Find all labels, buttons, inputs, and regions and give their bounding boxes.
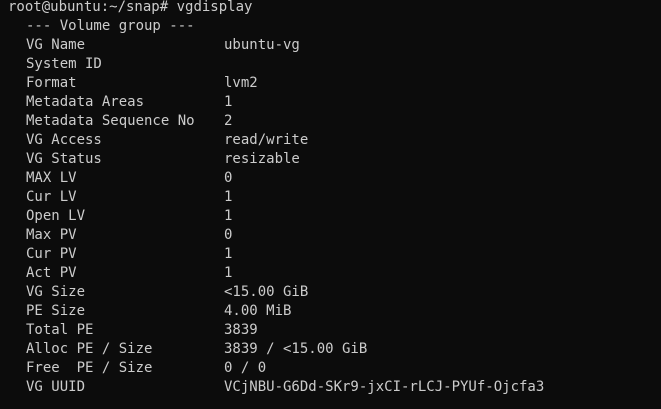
field-key: Cur LV [26,189,77,205]
field-value: 1 [224,246,233,262]
shell-prompt: root@ubuntu:~/snap# [8,0,169,15]
field-value: 1 [224,94,233,110]
field-value: ubuntu-vg [224,37,300,53]
field-key: MAX LV [26,170,77,186]
field-value: lvm2 [224,75,258,91]
field-key: Metadata Sequence No [26,113,195,129]
field-key: Open LV [26,208,86,224]
field-key: Max PV [26,227,77,243]
field-value: 0 [224,170,233,186]
field-key: Metadata Areas [26,94,145,110]
terminal-window[interactable]: root@ubuntu:~/snap# vgdisplay --- Volume… [0,0,661,409]
field-key: System ID [26,56,102,72]
field-key: VG Access [26,132,102,148]
field-value: 4.00 MiB [224,303,292,319]
field-value: 1 [224,189,233,205]
field-key: Act PV [26,265,77,281]
field-value: 3839 [224,322,258,338]
field-value: 1 [224,265,233,281]
field-key: VG UUID [26,379,86,395]
field-value: resizable [224,151,300,167]
field-key: Total PE [26,322,94,338]
field-value: read/write [224,132,309,148]
field-value: 2 [224,113,233,129]
field-key: VG Status [26,151,102,167]
field-key: Free PE / Size [26,360,153,376]
field-key: Cur PV [26,246,77,262]
field-value: 3839 / <15.00 GiB [224,341,368,357]
command-text: vgdisplay [176,0,253,15]
field-value: VCjNBU-G6Dd-SKr9-jxCI-rLCJ-PYUf-Ojcfa3 [224,379,545,395]
field-value: <15.00 GiB [224,284,309,300]
command-prompt-line: root@ubuntu:~/snap# vgdisplay [8,0,252,17]
field-value: 0 [224,227,233,243]
field-key: VG Size [26,284,86,300]
field-key: Alloc PE / Size [26,341,153,357]
section-heading: --- Volume group --- [26,18,195,34]
field-value: 0 / 0 [224,360,267,376]
field-key: Format [26,75,77,91]
field-key: PE Size [26,303,86,319]
field-value: 1 [224,208,233,224]
field-key: VG Name [26,37,86,53]
